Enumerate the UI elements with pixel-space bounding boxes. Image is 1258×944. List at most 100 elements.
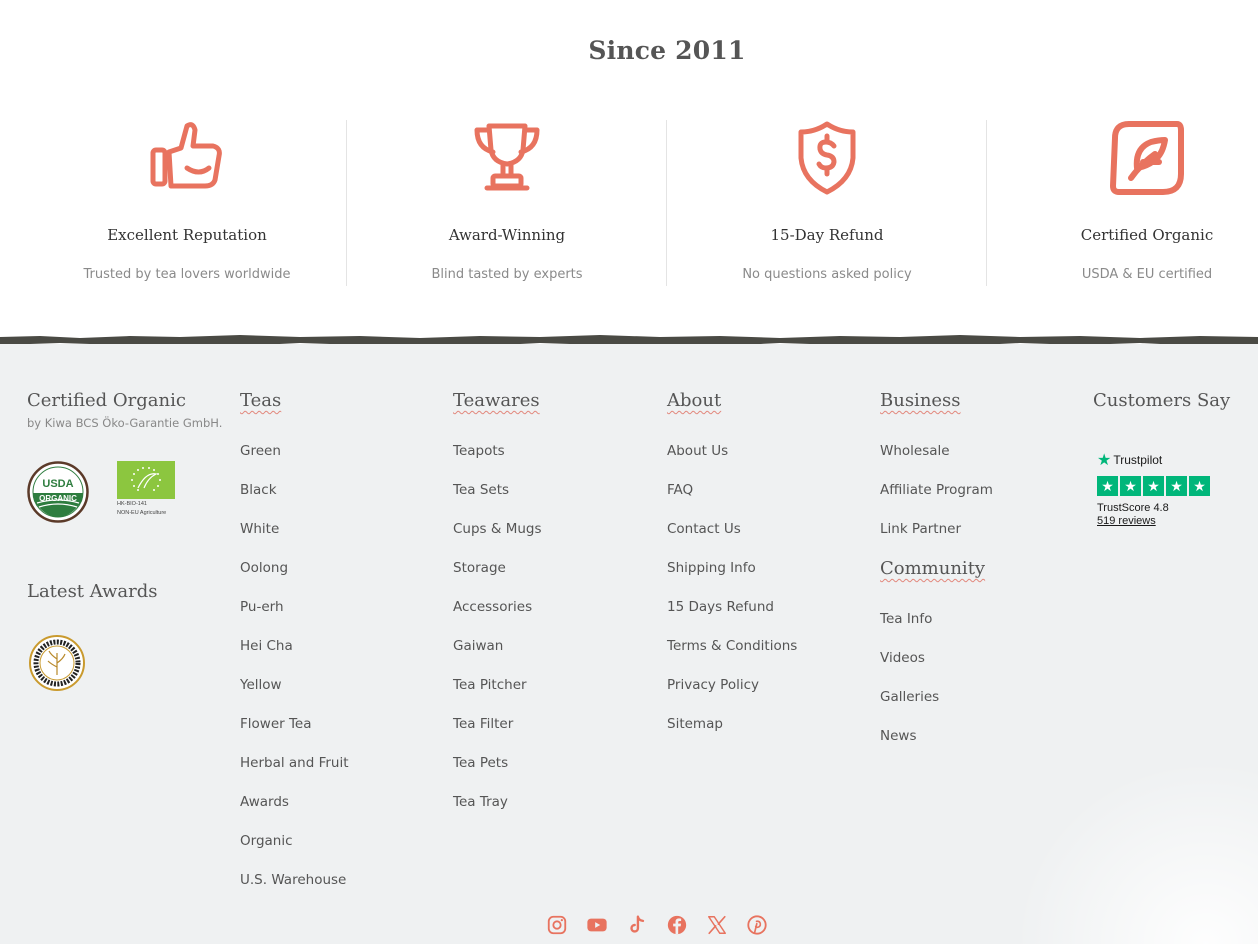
trustpilot-logo: ★ Trustpilot — [1097, 450, 1217, 470]
footer-link-white[interactable]: White — [240, 520, 440, 559]
rating-star-icon: ★ — [1120, 476, 1141, 496]
usda-organic-badge: USDA ORGANIC — [27, 461, 89, 523]
footer-link-pu-erh[interactable]: Pu-erh — [240, 598, 440, 637]
certifier-text: by Kiwa BCS Öko-Garantie GmbH. — [27, 416, 223, 430]
footer-link-black[interactable]: Black — [240, 481, 440, 520]
footer-link-tea-pets[interactable]: Tea Pets — [453, 754, 653, 793]
facebook-icon[interactable] — [666, 914, 688, 936]
features-section: Since 2011 Excellent Reputation Trusted … — [0, 0, 1258, 338]
trophy-icon — [474, 123, 540, 191]
trustscore: TrustScore 4.8 — [1097, 502, 1169, 514]
footer-link-storage[interactable]: Storage — [453, 559, 653, 598]
trustpilot-brand: Trustpilot — [1113, 453, 1163, 467]
award-seal-icon[interactable] — [29, 635, 85, 691]
feature-title: Award-Winning — [448, 226, 566, 244]
pinterest-icon[interactable] — [746, 914, 768, 936]
footer-link-wholesale[interactable]: Wholesale — [880, 442, 1080, 481]
footer-link-galleries[interactable]: Galleries — [880, 688, 1080, 727]
footer-link-tea-pitcher[interactable]: Tea Pitcher — [453, 676, 653, 715]
footer-link-accessories[interactable]: Accessories — [453, 598, 653, 637]
feature-title: 15-Day Refund — [770, 226, 884, 244]
trustpilot-star-icon: ★ — [1097, 452, 1112, 469]
footer-link-herbal-fruit[interactable]: Herbal and Fruit — [240, 754, 440, 793]
feature-award: Award-Winning Blind tasted by experts — [347, 118, 667, 288]
footer-link-teapots[interactable]: Teapots — [453, 442, 653, 481]
footer-link-awards[interactable]: Awards — [240, 793, 440, 832]
feature-organic: Certified Organic USDA & EU certified — [987, 118, 1258, 288]
trustpilot-rating-stars: ★ ★ ★ ★ ★ — [1097, 476, 1217, 496]
social-links — [546, 914, 786, 936]
footer-link-flower-tea[interactable]: Flower Tea — [240, 715, 440, 754]
usda-text: USDA — [42, 478, 73, 490]
youtube-icon[interactable] — [586, 914, 608, 936]
feature-subtitle: Blind tasted by experts — [431, 267, 583, 282]
about-heading[interactable]: About — [667, 388, 721, 414]
about-link-list: About Us FAQ Contact Us Shipping Info 15… — [667, 442, 867, 754]
footer-link-shipping-info[interactable]: Shipping Info — [667, 559, 867, 598]
eu-agri-text: NON-EU Agriculture — [117, 509, 167, 516]
footer-link-refund[interactable]: 15 Days Refund — [667, 598, 867, 637]
footer-link-sitemap[interactable]: Sitemap — [667, 715, 867, 754]
tiktok-icon[interactable] — [626, 914, 648, 936]
teas-heading[interactable]: Teas — [240, 388, 281, 414]
footer-link-videos[interactable]: Videos — [880, 649, 1080, 688]
feature-refund: 15-Day Refund No questions asked policy — [667, 118, 987, 288]
eu-code-text: HK-BIO-141 — [117, 501, 147, 507]
footer-link-tea-info[interactable]: Tea Info — [880, 610, 1080, 649]
teas-link-list: Green Black White Oolong Pu-erh Hei Cha … — [240, 442, 440, 910]
teawares-link-list: Teapots Tea Sets Cups & Mugs Storage Acc… — [453, 442, 653, 832]
footer-link-contact-us[interactable]: Contact Us — [667, 520, 867, 559]
footer-link-oolong[interactable]: Oolong — [240, 559, 440, 598]
rating-star-icon: ★ — [1166, 476, 1187, 496]
footer-link-link-partner[interactable]: Link Partner — [880, 520, 1080, 559]
awards-heading: Latest Awards — [27, 581, 158, 602]
decorative-mist — [998, 744, 1258, 944]
certified-heading: Certified Organic — [27, 390, 186, 411]
feature-subtitle: No questions asked policy — [742, 267, 912, 282]
rating-star-icon: ★ — [1189, 476, 1210, 496]
footer-link-organic[interactable]: Organic — [240, 832, 440, 871]
feature-subtitle: Trusted by tea lovers worldwide — [83, 267, 291, 282]
footer-link-faq[interactable]: FAQ — [667, 481, 867, 520]
customers-column: Customers Say — [1093, 388, 1253, 414]
footer-link-hei-cha[interactable]: Hei Cha — [240, 637, 440, 676]
footer-link-us-warehouse[interactable]: U.S. Warehouse — [240, 871, 440, 910]
rating-star-icon: ★ — [1097, 476, 1118, 496]
footer-link-privacy[interactable]: Privacy Policy — [667, 676, 867, 715]
footer-link-tea-sets[interactable]: Tea Sets — [453, 481, 653, 520]
footer-link-affiliate[interactable]: Affiliate Program — [880, 481, 1080, 520]
section-title: Since 2011 — [588, 36, 746, 65]
community-heading[interactable]: Community — [880, 556, 985, 582]
footer-link-yellow[interactable]: Yellow — [240, 676, 440, 715]
feature-title: Certified Organic — [1080, 226, 1214, 244]
reviews-link[interactable]: 519 reviews — [1097, 515, 1217, 527]
instagram-icon[interactable] — [546, 914, 568, 936]
customers-heading: Customers Say — [1093, 390, 1231, 411]
teas-column: Teas Green Black White Oolong Pu-erh Hei… — [240, 388, 440, 910]
teawares-heading[interactable]: Teawares — [453, 388, 540, 414]
community-link-list: Tea Info Videos Galleries News — [880, 610, 1080, 766]
footer-link-gaiwan[interactable]: Gaiwan — [453, 637, 653, 676]
about-column: About About Us FAQ Contact Us Shipping I… — [667, 388, 867, 754]
trustpilot-widget[interactable]: ★ Trustpilot ★ ★ ★ ★ ★ TrustScore 4.8 51… — [1097, 450, 1217, 527]
footer-link-about-us[interactable]: About Us — [667, 442, 867, 481]
usda-organic-text: ORGANIC — [39, 494, 77, 503]
eu-organic-badge: HK-BIO-141 NON-EU Agriculture — [117, 461, 177, 517]
eu-leaf-icon — [117, 461, 175, 499]
footer-link-cups-mugs[interactable]: Cups & Mugs — [453, 520, 653, 559]
feature-title: Excellent Reputation — [107, 226, 267, 244]
feature-subtitle: USDA & EU certified — [1081, 267, 1213, 282]
business-column: Business Wholesale Affiliate Program Lin… — [880, 388, 1080, 766]
business-heading[interactable]: Business — [880, 388, 961, 414]
rating-star-icon: ★ — [1143, 476, 1164, 496]
shield-dollar-icon — [798, 121, 856, 195]
x-icon[interactable] — [706, 914, 728, 936]
footer-link-tea-filter[interactable]: Tea Filter — [453, 715, 653, 754]
footer-link-green[interactable]: Green — [240, 442, 440, 481]
certified-column: Certified Organic by Kiwa BCS Öko-Garant… — [27, 388, 227, 708]
feature-reputation: Excellent Reputation Trusted by tea love… — [27, 118, 347, 288]
footer-link-tea-tray[interactable]: Tea Tray — [453, 793, 653, 832]
footer-link-terms[interactable]: Terms & Conditions — [667, 637, 867, 676]
footer: Certified Organic by Kiwa BCS Öko-Garant… — [0, 344, 1258, 944]
thumbs-up-icon — [150, 122, 222, 189]
